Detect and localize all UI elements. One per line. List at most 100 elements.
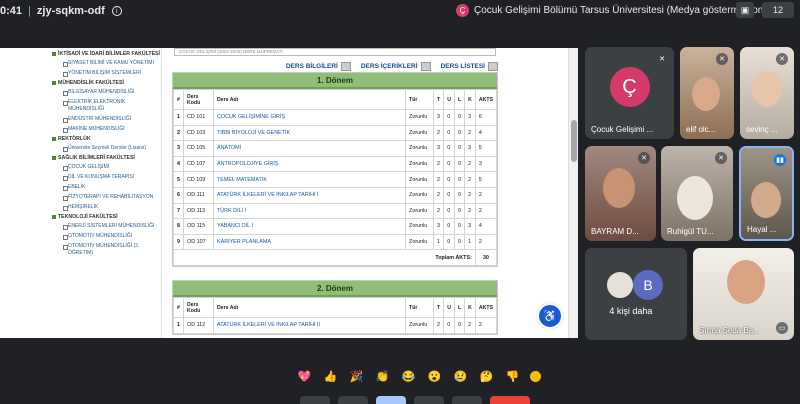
- ects: 3: [474, 155, 498, 173]
- reaction-sad-icon[interactable]: 😢: [452, 368, 469, 385]
- ects: 4: [474, 124, 498, 142]
- participant-tile[interactable]: ✕ elif olc...: [680, 47, 734, 139]
- sidebar-link[interactable]: HEMŞİRELİK: [50, 204, 161, 211]
- row-number: 3: [173, 140, 184, 157]
- sidebar-link[interactable]: OTOMOTİV MÜHENDİSLİĞİ (2. ÖĞRETİM): [50, 243, 161, 257]
- reactions-button[interactable]: [414, 396, 444, 404]
- theory-hours: 3: [433, 109, 445, 126]
- screen-scrollbar[interactable]: [568, 48, 578, 338]
- participant-tile-presenter[interactable]: Ç ✕ Çocuk Gelişimi ...: [585, 47, 674, 139]
- sidebar-link[interactable]: SİYASET BİLİMİ VE KAMU YÖNETİMİ: [50, 60, 161, 67]
- participant-tile-active[interactable]: ▮▮ Hayal ...: [739, 146, 794, 241]
- muted-mic-icon: ✕: [716, 53, 728, 65]
- ects: 5: [474, 171, 498, 188]
- people-button[interactable]: 12: [762, 2, 794, 18]
- table-row: 8 OD 115 YABANCI DİL I Zorunlu 3 0 0 3 4: [173, 218, 498, 235]
- col-header: #: [173, 297, 184, 318]
- leave-call-button[interactable]: [490, 396, 530, 404]
- participant-tile[interactable]: ✕ Ruhigül TU...: [661, 146, 733, 241]
- course-name[interactable]: ATATÜRK İLKELERİ VE İNKILAP TARİHİ II: [212, 317, 407, 334]
- participant-tile-self[interactable]: Sırma Seda Ba... ▭: [693, 248, 794, 340]
- term-1-block: 1. Dönem # Ders Kodu Ders Adı Tür T U L …: [172, 72, 498, 267]
- row-number: 2: [173, 124, 184, 142]
- sidebar-link[interactable]: FİZYOTERAPİ VE REHABİLİTASYON: [50, 194, 161, 201]
- practice-hours: 0: [443, 171, 455, 188]
- link-label: DERS İÇERİKLERİ: [360, 62, 418, 70]
- reaction-party-icon[interactable]: 🎉: [348, 368, 365, 385]
- screen-share-off-icon[interactable]: ▣: [736, 2, 754, 18]
- sidebar-heading: SAĞLIK BİLİMLERİ FAKÜLTESİ: [50, 155, 161, 161]
- sidebar-link[interactable]: ENDÜSTRİ MÜHENDİSLİĞİ: [50, 116, 161, 123]
- participant-name: Sırma Seda Ba...: [699, 326, 760, 335]
- course-name[interactable]: ATATÜRK İLKELERİ VE İNKILAP TARİHİ I: [212, 186, 407, 204]
- sidebar-section-iibf: İKTİSADİ VE İDARİ BİLİMLER FAKÜLTESİ SİY…: [50, 51, 161, 77]
- sidebar-link[interactable]: YÖNETİM BİLİŞİM SİSTEMLERİ: [50, 70, 161, 77]
- mic-button[interactable]: [300, 396, 330, 404]
- emoji-more-icon[interactable]: [530, 370, 541, 382]
- call-controls: [300, 396, 530, 404]
- faculty-sidebar: İKTİSADİ VE İDARİ BİLİMLER FAKÜLTESİ SİY…: [50, 48, 162, 338]
- sidebar-link[interactable]: EBELİK: [50, 184, 161, 191]
- reaction-surprised-icon[interactable]: 😮: [426, 368, 443, 385]
- course-list-link[interactable]: DERS LİSTESİ: [440, 61, 498, 71]
- reaction-heart-icon[interactable]: 💖: [296, 368, 313, 385]
- captions-button[interactable]: [452, 396, 482, 404]
- course-info-link[interactable]: DERS BİLGİLERİ: [286, 61, 351, 71]
- accessibility-icon[interactable]: ♿: [537, 303, 563, 329]
- course-name[interactable]: TÜRK DİLİ I: [212, 202, 407, 220]
- sidebar-link[interactable]: ELEKTRİK ELEKTRONİK MÜHENDİSLİĞİ: [50, 99, 161, 113]
- reaction-bar: 💖 👍 🎉 👏 😂 😮 😢 🤔 👎: [296, 366, 541, 386]
- course-name[interactable]: YABANCI DİL I: [212, 218, 407, 235]
- reaction-thinking-icon[interactable]: 🤔: [478, 368, 495, 385]
- participant-tile[interactable]: ✕ sevinç ...: [740, 47, 794, 139]
- face: [752, 71, 782, 107]
- sidebar-link[interactable]: Üniversite Seçmeli Dersler (Lisans): [50, 145, 161, 152]
- sidebar-link[interactable]: ÇOCUK GELİŞİMİ: [50, 164, 161, 171]
- info-icon[interactable]: i: [111, 6, 122, 16]
- practice-hours: 0: [443, 124, 455, 142]
- sidebar-link[interactable]: MAKİNE MÜHENDİSLİĞİ: [50, 126, 161, 133]
- course-name[interactable]: TIBBİ BİYOLOJİ VE GENETİK: [212, 124, 407, 142]
- course-name[interactable]: ÇOCUK GELİŞİMİNE GİRİŞ: [212, 109, 407, 126]
- sidebar-link[interactable]: ENERJİ SİSTEMLERİ MÜHENDİSLİĞİ: [50, 223, 161, 230]
- ects: 2: [474, 317, 498, 334]
- lab-hours: 0: [453, 171, 466, 188]
- total-row: Toplam AKTS: 30: [173, 249, 498, 266]
- row-number: 1: [173, 317, 184, 334]
- sidebar-link[interactable]: OTOMOTİV MÜHENDİSLİĞİ: [50, 233, 161, 240]
- course-name[interactable]: TEMEL MATEMATİK: [212, 171, 407, 188]
- participant-tile[interactable]: ✕ BAYRAM D...: [585, 146, 656, 241]
- reaction-clap-icon[interactable]: 👏: [374, 368, 391, 385]
- row-number: 9: [173, 233, 184, 251]
- table-row: 2 CD 103 TIBBİ BİYOLOJİ VE GENETİK Zorunlu 2…: [173, 124, 498, 142]
- more-options-icon[interactable]: ▭: [776, 322, 788, 334]
- participant-name: Çocuk Gelişimi ...: [591, 125, 654, 134]
- sidebar-link[interactable]: DİL VE KONUŞMA TERAPİSİ: [50, 174, 161, 181]
- sidebar-link[interactable]: BİLGİSAYAR MÜHENDİSLİĞİ: [50, 89, 161, 96]
- col-header: L: [453, 297, 466, 318]
- theory-hours: 2: [433, 171, 445, 188]
- reaction-thumbs-up-icon[interactable]: 👍: [322, 368, 339, 385]
- course-name[interactable]: KARİYER PLANLAMA: [212, 233, 407, 251]
- participant-name: elif olc...: [686, 125, 716, 134]
- present-button[interactable]: [376, 396, 406, 404]
- camera-button[interactable]: [338, 396, 368, 404]
- link-label: DERS LİSTESİ: [440, 62, 485, 70]
- practice-hours: 0: [443, 317, 455, 334]
- course-type: Zorunlu: [405, 140, 435, 157]
- practice-hours: 0: [443, 109, 455, 126]
- course-name[interactable]: ANATOMİ: [212, 140, 407, 157]
- credits: 2: [464, 155, 476, 173]
- course-name[interactable]: ANTROPOLOJİYE GİRİŞ: [212, 155, 407, 173]
- face: [603, 168, 635, 208]
- curriculum-select[interactable]: ÇOCUK GELİŞİMİ (2024-2025) DERS MÜFREDAT…: [174, 48, 496, 56]
- course-contents-link[interactable]: DERS İÇERİKLERİ: [360, 61, 431, 71]
- col-header: K: [464, 297, 476, 318]
- scrollbar-thumb[interactable]: [571, 120, 577, 162]
- sidebar-heading: TEKNOLOJİ FAKÜLTESİ: [50, 214, 161, 220]
- more-participants-tile[interactable]: B 4 kişi daha: [585, 248, 687, 340]
- meeting-code: zjy-sqkm-odf: [36, 5, 105, 17]
- participant-photo-avatar: [605, 270, 635, 300]
- reaction-laugh-icon[interactable]: 😂: [400, 368, 417, 385]
- reaction-thumbs-down-icon[interactable]: 👎: [504, 368, 521, 385]
